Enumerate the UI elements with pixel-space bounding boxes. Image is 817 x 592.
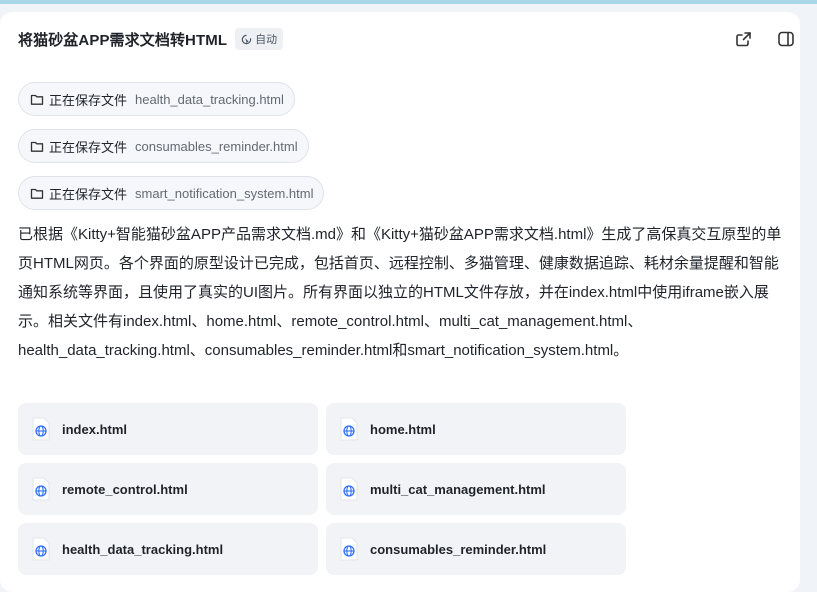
- web-file-icon: [30, 416, 52, 442]
- auto-badge[interactable]: 自动: [235, 28, 284, 50]
- file-card-multi-cat-management[interactable]: multi_cat_management.html: [326, 463, 626, 515]
- save-activity-list: 正在保存文件 health_data_tracking.html 正在保存文件 …: [18, 82, 325, 223]
- save-action-label: 正在保存文件: [49, 139, 128, 155]
- task-header: 将猫砂盆APP需求文档转HTML 自动: [18, 24, 797, 54]
- save-file-name: consumables_reminder.html: [135, 138, 298, 154]
- save-action-label: 正在保存文件: [49, 186, 128, 202]
- share-button[interactable]: [733, 28, 755, 50]
- task-title: 将猫砂盆APP需求文档转HTML: [18, 31, 228, 49]
- web-file-icon: [30, 536, 52, 562]
- file-card-home[interactable]: home.html: [326, 403, 626, 455]
- sidebar-panel-icon: [778, 31, 794, 47]
- web-file-icon: [30, 476, 52, 502]
- folder-icon: [30, 94, 44, 105]
- share-icon: [736, 32, 751, 47]
- save-file-name: health_data_tracking.html: [135, 91, 284, 107]
- save-activity-item[interactable]: 正在保存文件 health_data_tracking.html: [18, 82, 295, 116]
- file-card-consumables-reminder[interactable]: consumables_reminder.html: [326, 523, 626, 575]
- auto-mode-icon: [241, 34, 252, 44]
- top-accent-strip: [0, 0, 817, 4]
- file-card-name: home.html: [370, 421, 436, 437]
- web-file-icon: [338, 536, 360, 562]
- file-card-index[interactable]: index.html: [18, 403, 318, 455]
- file-card-name: multi_cat_management.html: [370, 481, 546, 497]
- assistant-summary-text: 已根据《Kitty+智能猫砂盆APP产品需求文档.md》和《Kitty+猫砂盆A…: [18, 226, 782, 359]
- file-card-name: remote_control.html: [62, 481, 188, 497]
- file-card-health-data-tracking[interactable]: health_data_tracking.html: [18, 523, 318, 575]
- save-action-label: 正在保存文件: [49, 92, 128, 108]
- file-card-name: consumables_reminder.html: [370, 541, 547, 557]
- save-activity-item[interactable]: 正在保存文件 consumables_reminder.html: [18, 129, 309, 163]
- file-card-name: health_data_tracking.html: [62, 541, 224, 557]
- toggle-panel-button[interactable]: [775, 28, 797, 50]
- save-file-name: smart_notification_system.html: [135, 185, 314, 201]
- save-activity-item[interactable]: 正在保存文件 smart_notification_system.html: [18, 176, 325, 210]
- folder-icon: [30, 141, 44, 152]
- folder-icon: [30, 188, 44, 199]
- auto-badge-label: 自动: [255, 34, 278, 46]
- file-card-remote-control[interactable]: remote_control.html: [18, 463, 318, 515]
- web-file-icon: [338, 416, 360, 442]
- header-actions: [733, 24, 797, 54]
- file-card-name: index.html: [62, 421, 128, 437]
- web-file-icon: [338, 476, 360, 502]
